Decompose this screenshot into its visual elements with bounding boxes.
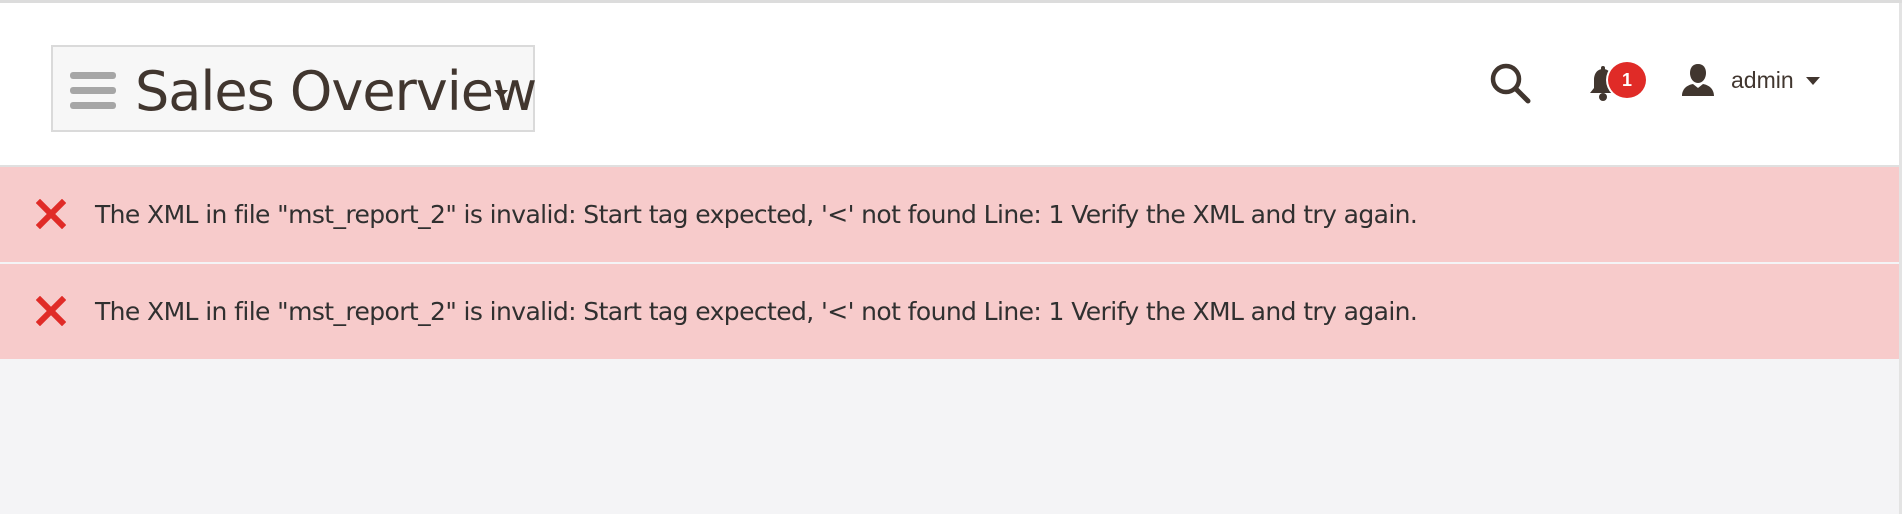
search-icon[interactable] <box>1488 61 1532 105</box>
notifications-button[interactable]: 1 <box>1582 58 1652 108</box>
caret-down-icon[interactable] <box>1806 77 1820 85</box>
user-icon[interactable] <box>1680 62 1716 98</box>
page: Sales Overview 1 admin The XML in file "… <box>0 0 1902 514</box>
error-message-text: The XML in file "mst_report_2" is invali… <box>95 200 1418 229</box>
error-x-icon <box>36 199 66 229</box>
messages-area: The XML in file "mst_report_2" is invali… <box>0 167 1899 359</box>
page-header: Sales Overview 1 admin <box>0 3 1899 167</box>
error-x-icon <box>36 296 66 326</box>
caret-down-icon[interactable] <box>494 90 508 98</box>
user-menu-button[interactable]: admin <box>1680 60 1830 102</box>
error-message: The XML in file "mst_report_2" is invali… <box>0 167 1899 262</box>
page-title-menu-button[interactable]: Sales Overview <box>51 45 537 132</box>
error-message: The XML in file "mst_report_2" is invali… <box>0 264 1899 359</box>
error-message-text: The XML in file "mst_report_2" is invali… <box>95 297 1418 326</box>
notifications-count-badge[interactable]: 1 <box>1606 60 1648 100</box>
page-title: Sales Overview <box>135 60 537 123</box>
hamburger-icon[interactable] <box>70 72 116 110</box>
user-name[interactable]: admin <box>1731 66 1794 94</box>
